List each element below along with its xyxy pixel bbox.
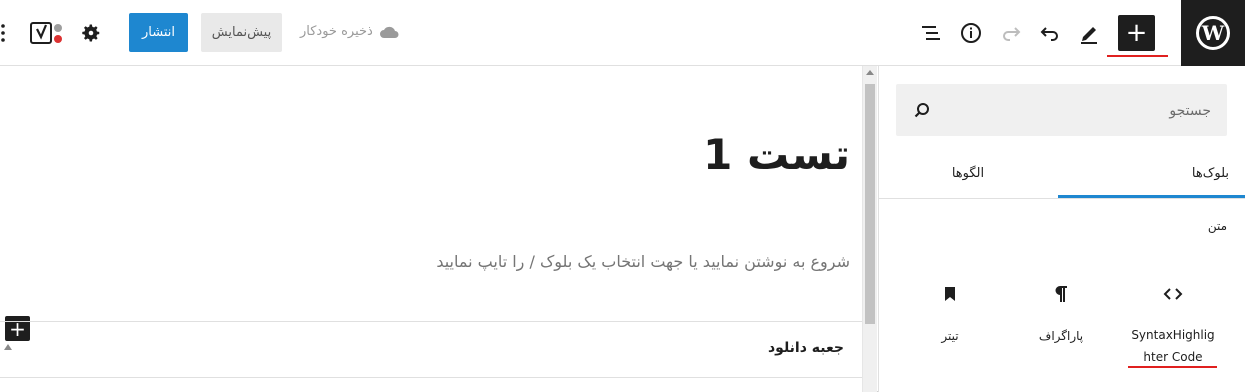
block-item-label: پاراگراف: [1038, 329, 1084, 343]
meta-box-divider: [0, 321, 862, 322]
paragraph-icon: [1050, 283, 1072, 305]
redo-icon: [1003, 27, 1021, 41]
block-item-label: SyntaxHighlig hter Code: [1118, 324, 1228, 368]
tab-blocks-label: بلوک‌ها: [1191, 165, 1229, 181]
wordpress-icon: W: [1196, 16, 1230, 50]
info-icon: [961, 23, 981, 43]
preview-label: پیش‌نمایش: [211, 25, 272, 40]
inserter-highlight-underline: [1107, 55, 1168, 57]
block-item-heading[interactable]: تیتر: [895, 280, 1005, 360]
editor-header: W +: [0, 0, 1245, 66]
search-icon: [914, 103, 929, 118]
wordpress-logo-button[interactable]: W: [1181, 0, 1245, 66]
tab-patterns-label: الگوها: [951, 165, 985, 181]
meta-box-title[interactable]: جعبه دانلود: [768, 340, 844, 356]
scrollbar-thumb[interactable]: [865, 84, 875, 324]
redo-button[interactable]: [997, 18, 1025, 48]
block-item-label: تیتر: [941, 329, 959, 343]
block-label-line-1: SyntaxHighlig: [1131, 328, 1215, 342]
active-tab-indicator: [1058, 195, 1245, 198]
search-input[interactable]: [929, 84, 1213, 138]
scrollbar[interactable]: [862, 66, 877, 392]
more-icon[interactable]: [0, 22, 8, 44]
collapse-caret-icon[interactable]: [4, 344, 12, 350]
bookmark-icon: [939, 283, 961, 305]
editor-canvas[interactable]: +: [0, 66, 862, 392]
tools-button[interactable]: [1075, 18, 1103, 48]
undo-button[interactable]: [1036, 18, 1064, 48]
preview-button[interactable]: پیش‌نمایش: [201, 13, 282, 52]
post-title[interactable]: تست 1: [703, 130, 850, 179]
list-view-icon: [922, 26, 940, 40]
pencil-icon: [1081, 27, 1097, 44]
gear-icon[interactable]: [80, 22, 102, 44]
block-search[interactable]: [896, 84, 1227, 138]
autosave-label: ذخیره خودکار: [300, 24, 373, 39]
yoast-icon[interactable]: [29, 20, 65, 46]
code-icon: [1162, 283, 1184, 305]
details-button[interactable]: [957, 18, 985, 48]
plus-icon: +: [1125, 18, 1148, 48]
block-item-syntaxhighlighter[interactable]: SyntaxHighlig hter Code: [1118, 280, 1228, 364]
meta-box-divider-bottom: [0, 377, 862, 378]
autosave-status: ذخیره خودکار: [300, 24, 399, 39]
add-block-button[interactable]: +: [5, 316, 30, 341]
block-appender-placeholder[interactable]: شروع به نوشتن نمایید یا جهت انتخاب یک بل…: [436, 252, 850, 271]
block-inserter-toggle[interactable]: +: [1118, 15, 1155, 51]
block-item-paragraph[interactable]: پاراگراف: [1006, 280, 1116, 360]
tabs-divider: [878, 198, 1245, 199]
tab-patterns[interactable]: الگوها: [878, 148, 1058, 198]
publish-button[interactable]: انتشار: [129, 13, 188, 52]
tab-blocks[interactable]: بلوک‌ها: [1058, 148, 1245, 198]
publish-label: انتشار: [142, 25, 175, 40]
block-label-line-2: hter Code: [1143, 350, 1203, 364]
scroll-up-arrow-icon[interactable]: [866, 70, 874, 75]
block-highlight-underline: [1128, 366, 1217, 368]
cloud-icon: [379, 26, 399, 38]
list-view-button[interactable]: [917, 18, 945, 48]
block-category-title: متن: [1207, 219, 1227, 233]
undo-icon: [1040, 27, 1058, 41]
